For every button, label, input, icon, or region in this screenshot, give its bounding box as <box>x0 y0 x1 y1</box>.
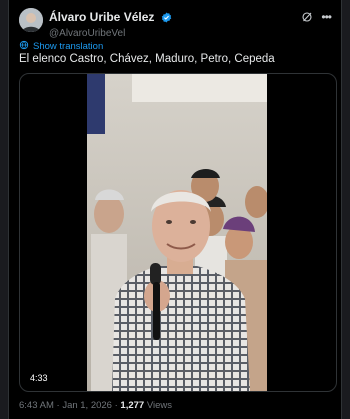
video-frame[interactable] <box>87 74 267 391</box>
tweet-time[interactable]: 6:43 AM <box>19 400 54 411</box>
verified-badge-icon <box>161 10 172 28</box>
video-player[interactable]: 4:33 <box>19 73 337 392</box>
separator: · <box>114 400 118 411</box>
tweet-date[interactable]: Jan 1, 2026 <box>62 400 112 411</box>
translate-label: Show translation <box>33 41 104 52</box>
tweet-card[interactable]: Álvaro Uribe Vélez @AlvaroUribeVel ••• S… <box>8 0 342 419</box>
author-handle[interactable]: @AlvaroUribeVel <box>49 28 172 40</box>
video-duration: 4:33 <box>26 371 52 385</box>
more-icon[interactable]: ••• <box>321 10 332 24</box>
translate-link[interactable]: Show translation <box>19 40 103 53</box>
grok-icon[interactable] <box>301 10 313 28</box>
views-label: Views <box>146 400 173 411</box>
tweet-header: Álvaro Uribe Vélez @AlvaroUribeVel ••• <box>19 8 332 39</box>
separator: · <box>56 400 60 411</box>
views-count: 1,277 <box>120 400 145 411</box>
tweet-text: El elenco Castro, Chávez, Maduro, Petro,… <box>19 53 275 65</box>
translate-icon <box>19 40 29 53</box>
author-name[interactable]: Álvaro Uribe Vélez <box>49 10 154 24</box>
tweet-meta: 6:43 AM · Jan 1, 2026 · 1,277 Views <box>19 400 172 411</box>
avatar[interactable] <box>19 8 43 32</box>
author-block: Álvaro Uribe Vélez @AlvaroUribeVel <box>49 8 172 40</box>
